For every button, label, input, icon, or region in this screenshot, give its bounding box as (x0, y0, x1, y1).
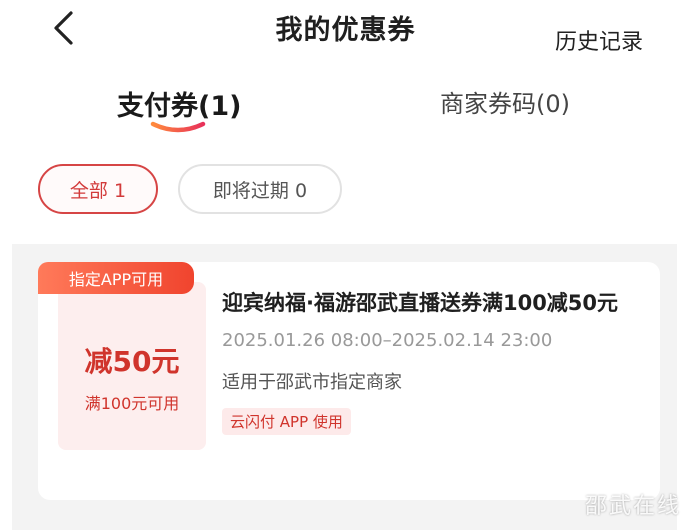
coupon-list: 指定APP可用 减50元 满100元可用 迎宾纳福·福游邵武直播送券满100减5… (12, 244, 677, 530)
coupon-amount: 减50元 (84, 345, 180, 378)
coupon-details: 迎宾纳福·福游邵武直播送券满100减50元 2025.01.26 08:00–2… (222, 284, 622, 435)
coupon-scope: 适用于邵武市指定商家 (222, 372, 402, 393)
coupon-title: 迎宾纳福·福游邵武直播送券满100减50元 (222, 291, 619, 315)
back-arrow-icon[interactable] (40, 8, 86, 48)
active-tab-indicator (150, 121, 206, 133)
watermark: 邵武在线 (584, 494, 681, 519)
filter-bar: 全部 1 即将过期 0 (0, 160, 691, 222)
coupon-type-tabs: 支付券(1) 商家券码(0) (0, 78, 691, 142)
coupon-condition: 满100元可用 (84, 394, 180, 413)
tab-payment-coupons[interactable]: 支付券(1) (117, 84, 241, 123)
filter-expiring-chip[interactable]: 即将过期 0 (178, 164, 342, 214)
coupon-validity: 2025.01.26 08:00–2025.02.14 23:00 (222, 330, 553, 351)
coupon-badge: 指定APP可用 (38, 262, 194, 294)
tab-merchant-codes[interactable]: 商家券码(0) (440, 84, 570, 119)
coupon-card[interactable]: 指定APP可用 减50元 满100元可用 迎宾纳福·福游邵武直播送券满100减5… (38, 262, 660, 500)
history-button[interactable]: 历史记录 (555, 24, 643, 56)
filter-all-chip[interactable]: 全部 1 (38, 164, 158, 214)
coupon-usage-tag: 云闪付 APP 使用 (222, 408, 351, 435)
header: 我的优惠券 历史记录 (0, 0, 691, 72)
